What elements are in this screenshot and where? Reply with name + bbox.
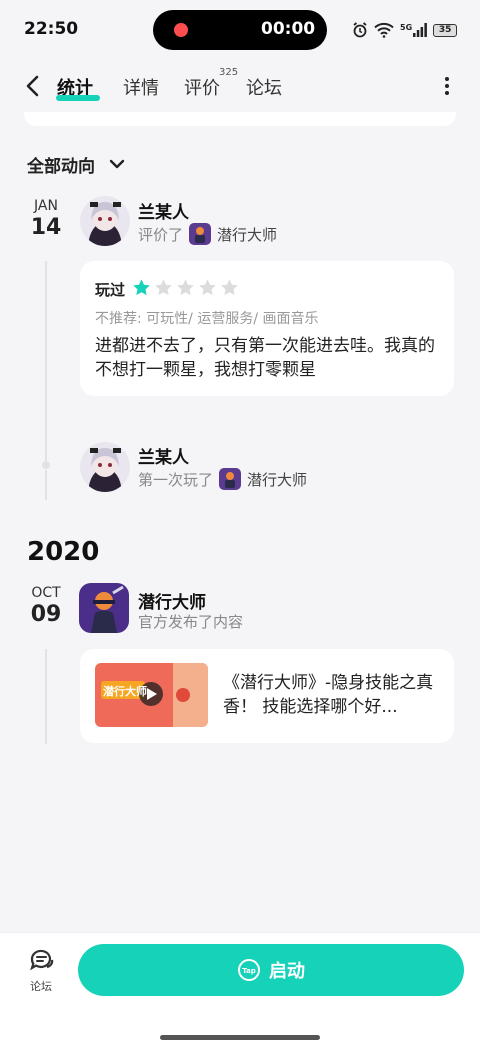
taptap-logo-text: Tap [242, 967, 256, 975]
back-arrow-icon[interactable] [22, 74, 44, 98]
played-label: 玩过 [95, 281, 126, 299]
game-thumb-icon[interactable] [189, 223, 212, 245]
review-text: 进都进不去了，只有第一次能进去哇。我真的不想打一颗星，我想打零颗星 [95, 336, 435, 380]
wifi-icon [374, 22, 394, 38]
tab-forum[interactable]: 论坛 [246, 74, 282, 100]
timeline-dot [42, 461, 50, 469]
previous-card-edge [24, 112, 456, 126]
timeline-line [45, 649, 47, 744]
launch-label: 启动 [269, 961, 305, 982]
reviews-count-badge: 325 [219, 67, 239, 78]
tab-details[interactable]: 详情 [123, 74, 159, 100]
star-empty-icon [177, 279, 194, 296]
developer-avatar[interactable] [79, 583, 129, 633]
date-day: 09 [30, 602, 62, 627]
thumbnail-title: 潜行大师 [103, 685, 147, 698]
alarm-icon [353, 22, 367, 38]
system-icons: 5G 35 [352, 20, 458, 40]
battery-indicator: 35 [433, 23, 458, 37]
tab-reviews[interactable]: 评价 [184, 74, 220, 100]
status-bar: 22:50 00:00 5G 35 [0, 0, 480, 60]
activity-action: 官方发布了内容 [138, 611, 243, 632]
signal-icon [413, 23, 428, 37]
activity-action: 评价了 潜行大师 [138, 223, 277, 245]
game-thumb-icon[interactable] [219, 468, 242, 490]
year-heading: 2020 [27, 537, 100, 567]
star-rating [132, 278, 239, 297]
date-day: 14 [30, 215, 62, 240]
chevron-down-icon[interactable] [108, 156, 126, 172]
review-card[interactable]: 玩过 不推荐: 可玩性/ 运营服务/ 画面音乐 进都进不去了，只有第一次能进去哇… [80, 261, 454, 396]
date-month: OCT [31, 585, 61, 601]
star-empty-icon [221, 279, 238, 296]
game-name[interactable]: 潜行大师 [217, 224, 277, 245]
action-text: 官方发布了内容 [138, 613, 244, 631]
post-video-thumbnail[interactable]: 潜行大师 [95, 663, 208, 727]
user-name[interactable]: 兰某人 [138, 443, 189, 468]
date-month: JAN [34, 198, 58, 214]
review-tags: 不推荐: 可玩性/ 运营服务/ 画面音乐 [95, 311, 319, 327]
activity-filter-label[interactable]: 全部动向 [27, 152, 95, 177]
developer-name[interactable]: 潜行大师 [138, 588, 206, 613]
record-dot-icon [174, 23, 188, 37]
launch-button[interactable]: Tap 启动 [78, 944, 464, 996]
game-name[interactable]: 潜行大师 [247, 469, 307, 490]
post-card[interactable]: 潜行大师 《潜行大师》-隐身技能之真香！ 技能选择哪个好... [80, 649, 454, 743]
forum-label[interactable]: 论坛 [30, 978, 52, 994]
post-title[interactable]: 《潜行大师》-隐身技能之真香！ 技能选择哪个好... [223, 671, 445, 719]
screen-recording-pill[interactable]: 00:00 [153, 10, 327, 50]
recording-timer: 00:00 [261, 19, 316, 39]
activity-action: 第一次玩了 潜行大师 [138, 468, 307, 490]
active-tab-indicator [56, 95, 100, 101]
star-empty-icon [155, 279, 172, 296]
user-avatar[interactable] [80, 196, 130, 246]
status-time: 22:50 [24, 19, 79, 39]
action-text: 评价了 [138, 225, 184, 244]
more-options-icon[interactable] [437, 74, 457, 98]
timeline-line [45, 470, 47, 500]
user-avatar[interactable] [80, 442, 130, 492]
star-empty-icon [199, 279, 216, 296]
user-name[interactable]: 兰某人 [138, 198, 189, 223]
forum-icon[interactable] [28, 946, 56, 974]
taptap-logo-icon: Tap [238, 959, 260, 981]
network-type: 5G [400, 23, 413, 32]
star-filled-icon [133, 279, 150, 296]
timeline-line [45, 261, 47, 461]
action-text: 第一次玩了 [138, 470, 214, 489]
home-indicator[interactable] [160, 1035, 320, 1040]
